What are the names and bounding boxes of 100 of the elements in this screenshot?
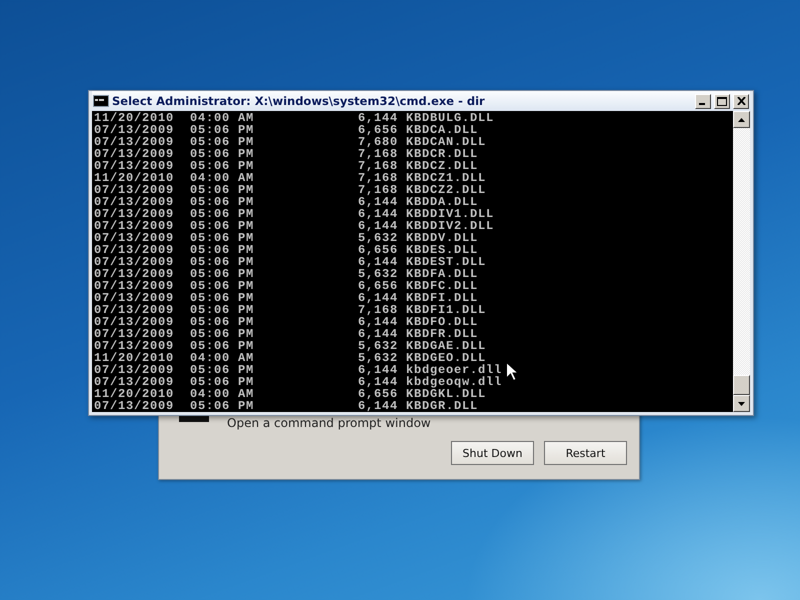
file-time: 04:00 xyxy=(190,172,232,184)
file-time: 04:00 xyxy=(190,112,232,124)
dialog-button[interactable]: Restart xyxy=(544,441,627,465)
time-period: AM xyxy=(238,112,256,124)
file-date: 07/13/2009 xyxy=(94,292,176,304)
file-size: 7,168 xyxy=(356,172,398,184)
file-time: 05:06 xyxy=(190,184,232,196)
file-date: 07/13/2009 xyxy=(94,328,176,340)
file-time: 05:06 xyxy=(190,328,232,340)
file-size: 5,632 xyxy=(356,352,398,364)
file-date: 07/13/2009 xyxy=(94,340,176,352)
time-period: PM xyxy=(238,196,256,208)
file-size: 7,680 xyxy=(356,136,398,148)
maximize-button[interactable] xyxy=(714,94,730,108)
file-time: 05:06 xyxy=(190,400,232,412)
file-name: KBDCZ.DLL xyxy=(406,160,478,172)
file-size: 5,632 xyxy=(356,232,398,244)
file-size: 6,144 xyxy=(356,220,398,232)
time-period: AM xyxy=(238,388,256,400)
file-name: KBDGAE.DLL xyxy=(406,340,486,352)
file-date: 07/13/2009 xyxy=(94,376,176,388)
file-name: KBDFI1.DLL xyxy=(406,304,486,316)
file-time: 05:06 xyxy=(190,316,232,328)
minimize-button[interactable] xyxy=(695,94,711,108)
time-period: PM xyxy=(238,256,256,268)
scroll-down-button[interactable] xyxy=(733,395,750,412)
file-name: KBDGR.DLL xyxy=(406,400,478,412)
file-name: KBDFO.DLL xyxy=(406,316,478,328)
time-period: PM xyxy=(238,304,256,316)
file-time: 04:00 xyxy=(190,352,232,364)
file-name: KBDFR.DLL xyxy=(406,328,478,340)
file-name: KBDBULG.DLL xyxy=(406,112,494,124)
time-period: PM xyxy=(238,148,256,160)
file-name: KBDDV.DLL xyxy=(406,232,478,244)
file-size: 6,656 xyxy=(356,280,398,292)
time-period: PM xyxy=(238,160,256,172)
file-name: kbdgeoqw.dll xyxy=(406,376,502,388)
file-name: KBDGKL.DLL xyxy=(406,388,486,400)
time-period: PM xyxy=(238,220,256,232)
file-date: 07/13/2009 xyxy=(94,160,176,172)
file-time: 05:06 xyxy=(190,220,232,232)
file-time: 05:06 xyxy=(190,256,232,268)
file-date: 11/20/2010 xyxy=(94,172,176,184)
file-date: 11/20/2010 xyxy=(94,388,176,400)
file-date: 07/13/2009 xyxy=(94,184,176,196)
close-button[interactable] xyxy=(733,94,749,108)
file-date: 07/13/2009 xyxy=(94,220,176,232)
file-time: 05:06 xyxy=(190,196,232,208)
file-size: 5,632 xyxy=(356,340,398,352)
file-size: 7,168 xyxy=(356,160,398,172)
file-date: 07/13/2009 xyxy=(94,232,176,244)
time-period: PM xyxy=(238,244,256,256)
file-date: 07/13/2009 xyxy=(94,196,176,208)
down-arrow-icon xyxy=(738,402,745,406)
time-period: PM xyxy=(238,136,256,148)
file-date: 11/20/2010 xyxy=(94,352,176,364)
time-period: PM xyxy=(238,208,256,220)
file-date: 07/13/2009 xyxy=(94,208,176,220)
console-icon xyxy=(93,95,109,107)
file-name: KBDFA.DLL xyxy=(406,268,478,280)
file-time: 05:06 xyxy=(190,160,232,172)
file-name: KBDEST.DLL xyxy=(406,256,486,268)
file-size: 6,144 xyxy=(356,208,398,220)
file-date: 07/13/2009 xyxy=(94,268,176,280)
file-name: KBDFI.DLL xyxy=(406,292,478,304)
scroll-thumb[interactable] xyxy=(733,375,750,395)
file-name: KBDDIV1.DLL xyxy=(406,208,494,220)
file-date: 07/13/2009 xyxy=(94,280,176,292)
file-date: 07/13/2009 xyxy=(94,136,176,148)
scroll-up-button[interactable] xyxy=(733,111,750,128)
file-name: KBDCR.DLL xyxy=(406,148,478,160)
file-name: KBDFC.DLL xyxy=(406,280,478,292)
file-size: 7,168 xyxy=(356,304,398,316)
file-size: 6,144 xyxy=(356,364,398,376)
file-time: 05:06 xyxy=(190,244,232,256)
time-period: PM xyxy=(238,124,256,136)
file-size: 6,144 xyxy=(356,400,398,412)
file-date: 07/13/2009 xyxy=(94,364,176,376)
time-period: PM xyxy=(238,184,256,196)
file-date: 07/13/2009 xyxy=(94,124,176,136)
time-period: PM xyxy=(238,232,256,244)
vertical-scrollbar[interactable] xyxy=(733,111,750,412)
file-date: 11/20/2010 xyxy=(94,112,176,124)
time-period: PM xyxy=(238,364,256,376)
file-size: 6,144 xyxy=(356,112,398,124)
file-time: 05:06 xyxy=(190,148,232,160)
file-date: 07/13/2009 xyxy=(94,148,176,160)
file-time: 05:06 xyxy=(190,280,232,292)
file-size: 6,144 xyxy=(356,376,398,388)
file-time: 05:06 xyxy=(190,268,232,280)
file-date: 07/13/2009 xyxy=(94,316,176,328)
dialog-button[interactable]: Shut Down xyxy=(451,441,534,465)
file-name: KBDDA.DLL xyxy=(406,196,478,208)
file-time: 05:06 xyxy=(190,292,232,304)
file-time: 05:06 xyxy=(190,232,232,244)
time-period: PM xyxy=(238,292,256,304)
file-name: kbdgeoer.dll xyxy=(406,364,502,376)
file-size: 7,168 xyxy=(356,184,398,196)
time-period: AM xyxy=(238,352,256,364)
file-size: 7,168 xyxy=(356,148,398,160)
